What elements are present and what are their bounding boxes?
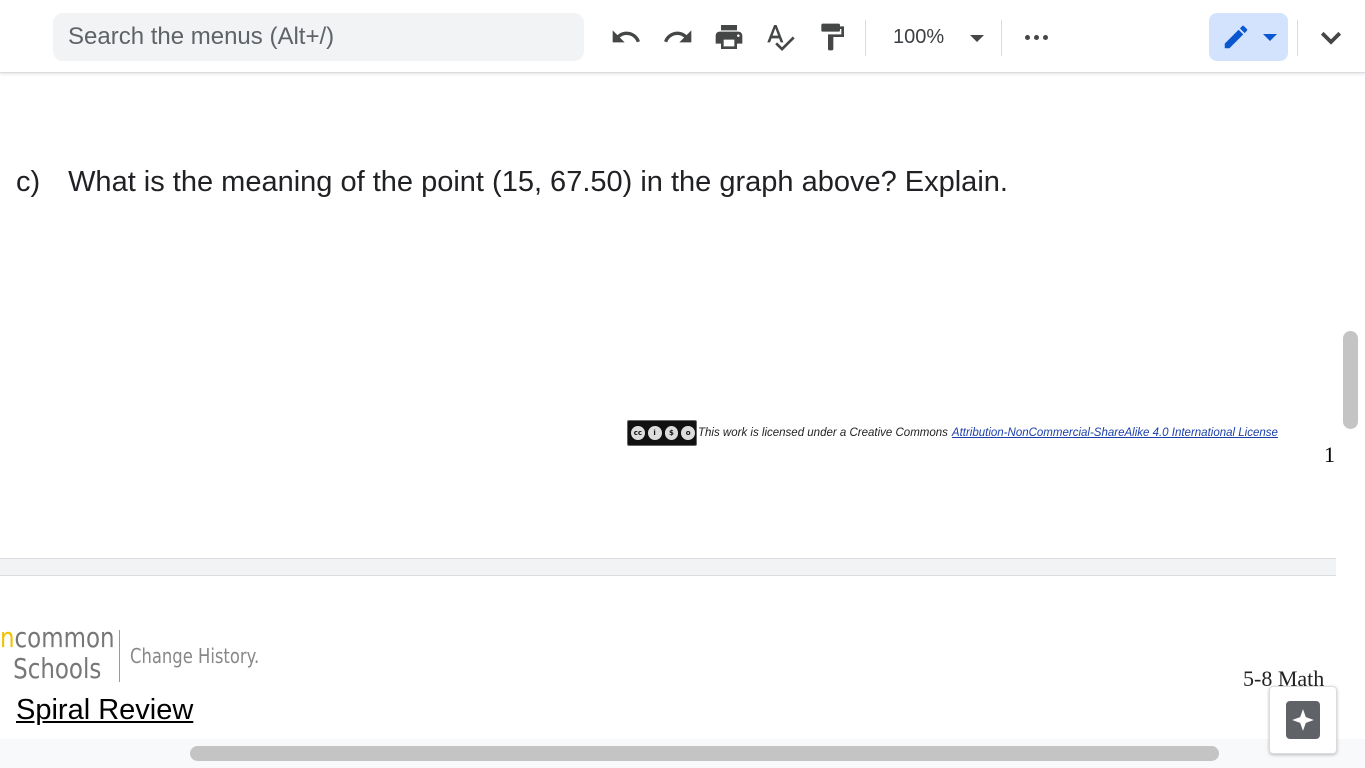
license-footer: cc i $ o This work is licensed under a Crea… (627, 420, 1278, 446)
redo-button[interactable] (658, 17, 698, 57)
paint-format-icon (821, 23, 844, 51)
page-break (0, 558, 1336, 576)
redo-icon (664, 30, 692, 43)
horizontal-scrollbar[interactable] (0, 739, 1365, 768)
hide-menus-button[interactable] (1313, 20, 1349, 54)
print-button[interactable] (709, 17, 749, 57)
document-canvas[interactable]: c) What is the meaning of the point (15,… (0, 74, 1336, 739)
spellcheck-icon (767, 25, 795, 51)
menu-search-box[interactable] (53, 13, 584, 61)
vertical-scrollbar[interactable] (1336, 74, 1365, 739)
logo-divider (119, 630, 120, 682)
license-text: This work is licensed under a Creative C… (698, 427, 948, 439)
question-label: c) (16, 166, 41, 198)
explore-button[interactable] (1269, 686, 1337, 754)
print-icon (715, 25, 743, 49)
toolbar-divider (1297, 20, 1298, 56)
chevron-down-icon (1320, 31, 1342, 45)
horizontal-scroll-thumb[interactable] (190, 746, 1219, 761)
uncommon-schools-logo: ncommon Schools Change History. (0, 621, 260, 685)
toolbar-divider (1001, 20, 1002, 56)
zoom-dropdown-icon[interactable] (970, 35, 984, 42)
more-icon (1024, 34, 1030, 40)
page-number: 1 (1324, 442, 1335, 467)
toolbar-divider (865, 20, 866, 56)
paint-format-button[interactable] (812, 17, 852, 57)
section-heading: Spiral Review (16, 694, 194, 726)
creative-commons-badge-icon: cc i $ o (627, 420, 697, 446)
undo-icon (612, 30, 640, 43)
vertical-scroll-thumb[interactable] (1343, 331, 1358, 429)
logo-tagline: Change History. (130, 644, 260, 668)
pencil-icon (1224, 25, 1248, 49)
sparkle-icon (1292, 709, 1314, 731)
question-c: c) What is the meaning of the point (15,… (16, 166, 1008, 199)
editing-mode-dropdown-icon (1263, 34, 1277, 41)
more-options-button[interactable] (1020, 22, 1052, 52)
spellcheck-button[interactable] (760, 17, 800, 57)
zoom-select[interactable]: 100% (893, 22, 944, 52)
docs-toolbar: 100% (0, 0, 1365, 73)
zoom-value: 100% (893, 25, 945, 48)
editing-mode-button[interactable] (1209, 13, 1288, 61)
undo-button[interactable] (606, 17, 646, 57)
menu-search-input[interactable] (68, 23, 584, 51)
license-link[interactable]: Attribution-NonCommercial-ShareAlike 4.0… (952, 427, 1278, 439)
question-text: What is the meaning of the point (15, 67… (68, 166, 1008, 198)
